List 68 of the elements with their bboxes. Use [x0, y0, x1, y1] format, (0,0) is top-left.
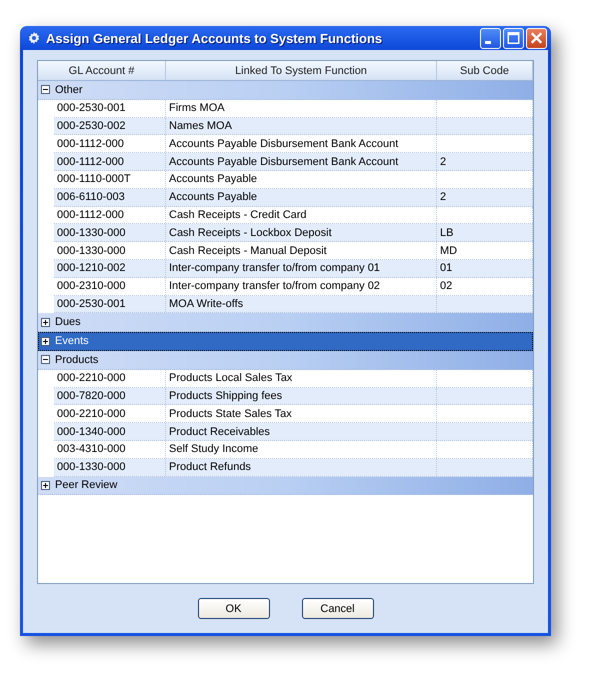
group-name: Dues: [55, 316, 81, 328]
group-row[interactable]: Dues: [38, 313, 533, 332]
group-name: Other: [55, 84, 83, 96]
table-cell: LB: [437, 224, 533, 242]
table-cell: 2: [437, 153, 533, 170]
table-cell: 006-6110-003: [54, 188, 166, 206]
table-cell: 000-2530-001: [54, 296, 166, 312]
table-cell: 000-2530-001: [54, 100, 166, 117]
table-cell: Accounts Payable: [166, 188, 437, 206]
column-header[interactable]: GL Account #: [38, 61, 166, 80]
group-row[interactable]: Events: [38, 332, 533, 351]
table-cell: 000-7820-000: [54, 388, 166, 404]
table-cell: Products Local Sales Tax: [166, 370, 437, 387]
table-cell: MOA Write-offs: [166, 296, 437, 312]
expand-icon[interactable]: [41, 336, 50, 346]
expand-icon[interactable]: [41, 318, 50, 327]
table-cell: 01: [437, 260, 533, 277]
table-cell: 000-2210-000: [54, 370, 166, 387]
ok-button[interactable]: OK: [198, 598, 270, 619]
table-cell: Cash Receipts - Manual Deposit: [166, 242, 437, 259]
table-cell: Accounts Payable Disbursement Bank Account: [166, 153, 437, 170]
table-cell: Accounts Payable: [166, 170, 437, 188]
table-cell: Firms MOA: [166, 100, 437, 117]
column-header[interactable]: Linked To System Function: [166, 61, 437, 80]
table-cell: 000-1112-000: [54, 206, 166, 224]
table-cell: Products State Sales Tax: [166, 405, 437, 422]
table-cell: 000-1110-000T: [54, 170, 166, 188]
close-button[interactable]: [526, 28, 547, 48]
table-cell: MD: [437, 242, 533, 259]
table-cell: Cash Receipts - Credit Card: [166, 206, 437, 224]
expand-icon[interactable]: [41, 480, 50, 490]
group-name: Peer Review: [55, 479, 118, 492]
group-row[interactable]: Other: [38, 81, 533, 100]
table-cell: 02: [437, 278, 533, 295]
table-cell: 000-2210-000: [54, 405, 166, 422]
group-row[interactable]: Peer Review: [38, 476, 533, 496]
group-row[interactable]: Products: [38, 350, 533, 370]
table-cell: 000-1340-000: [54, 423, 166, 440]
table-cell: 000-1112-000: [54, 135, 166, 152]
table-cell: Product Refunds: [166, 458, 437, 476]
table-cell: Names MOA: [166, 118, 437, 134]
window-title: Assign General Ledger Accounts to System Functions: [46, 30, 384, 46]
table-cell: Product Receivables: [166, 423, 437, 440]
group-name: Products: [55, 354, 98, 366]
table-cell: Accounts Payable Disbursement Bank Account: [166, 135, 437, 152]
table-cell: Inter-company transfer to/from company 01: [166, 260, 437, 277]
table-cell: 000-1330-000: [54, 242, 166, 259]
group-name: Events: [55, 335, 89, 348]
table-cell: 000-1210-002: [54, 260, 166, 277]
table-cell: 000-2530-002: [54, 118, 166, 134]
table-cell: 000-1112-000: [54, 153, 166, 170]
table-cell: Products Shipping fees: [166, 388, 437, 404]
table-cell: 000-1330-000: [54, 458, 166, 476]
table-cell: 000-1330-000: [54, 224, 166, 242]
table-cell: 003-4310-000: [54, 440, 166, 458]
table-cell: Inter-company transfer to/from company 02: [166, 278, 437, 295]
collapse-icon[interactable]: [41, 355, 50, 364]
table-cell: 2: [437, 188, 533, 206]
table-cell: 000-2310-000: [54, 278, 166, 295]
collapse-icon[interactable]: [41, 85, 50, 94]
table-cell: Cash Receipts - Lockbox Deposit: [166, 224, 437, 242]
dialog-button[interactable]: Cancel: [302, 598, 374, 619]
maximize-button[interactable]: [503, 28, 524, 48]
gear-icon: [27, 31, 41, 45]
table-cell: Self Study Income: [166, 440, 437, 458]
minimize-icon: [484, 40, 490, 44]
minimize-button[interactable]: [480, 28, 501, 48]
column-header[interactable]: Sub Code: [437, 61, 533, 80]
